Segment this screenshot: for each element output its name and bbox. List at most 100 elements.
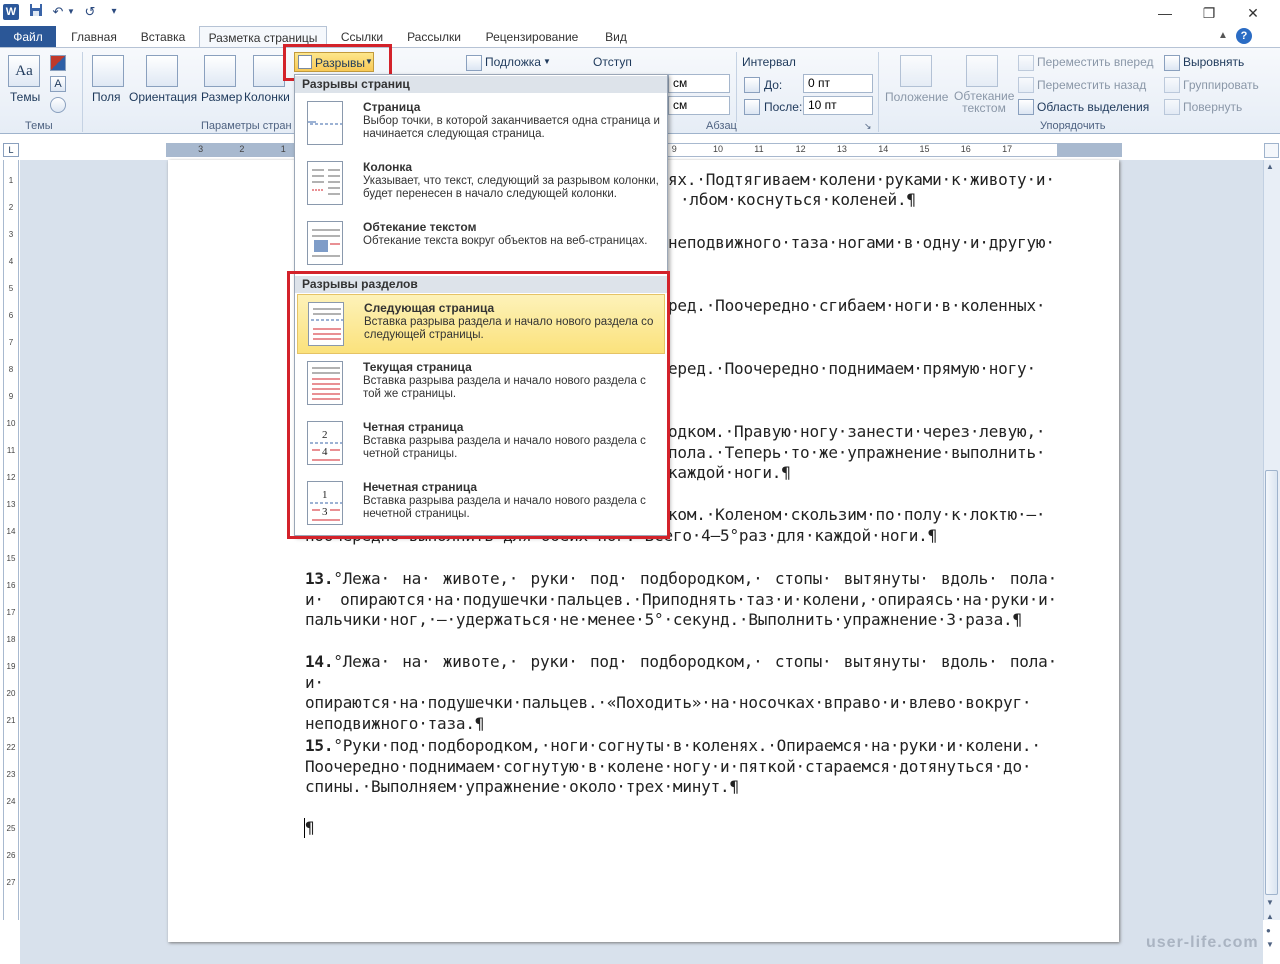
spacing-after-icon <box>744 99 760 115</box>
align-icon[interactable] <box>1164 55 1180 71</box>
text-line: ком.·Коленом·скользим·по·полу·к·локтю·–· <box>668 505 1046 524</box>
send-backward-label[interactable]: Переместить назад <box>1037 78 1146 92</box>
text-line: каждой·ноги.¶ <box>668 463 791 482</box>
help-icon[interactable]: ? <box>1236 28 1252 44</box>
group-label[interactable]: Группировать <box>1183 78 1259 92</box>
selection-pane-label[interactable]: Область выделения <box>1037 100 1149 114</box>
paragraph-number: 14. <box>305 652 334 671</box>
highlight-box-section-breaks <box>287 271 670 539</box>
view-ruler-icon[interactable] <box>1264 143 1279 158</box>
next-page-icon[interactable]: ▼ <box>1266 940 1274 949</box>
spacing-before-value: 0 пт <box>808 76 831 90</box>
text-line: неподвижного·таза·ногами·в·одну·и·другую… <box>668 233 1055 252</box>
page-setup-group-label: Параметры стран <box>201 120 292 132</box>
bring-forward-label[interactable]: Переместить вперед <box>1037 55 1153 69</box>
paragraph-number: 13. <box>305 569 334 588</box>
group-icon[interactable] <box>1164 77 1180 93</box>
paragraph-group-label: Абзац <box>706 120 737 132</box>
vertical-ruler[interactable] <box>3 160 19 920</box>
menu-item-desc: Указывает, что текст, следующий за разры… <box>363 175 659 200</box>
rotate-label[interactable]: Повернуть <box>1183 100 1242 114</box>
customize-qat-icon[interactable]: ▾ <box>104 3 124 21</box>
chevron-down-icon[interactable]: ▼ <box>543 57 551 66</box>
column-break-icon <box>307 161 343 205</box>
paragraph-text: °Лежа· на· животе,· руки· под· подбородк… <box>305 569 1057 629</box>
paragraph-14[interactable]: 14.°Лежа· на· животе,· руки· под· подбор… <box>305 652 1057 734</box>
paragraph-13[interactable]: 13.°Лежа· на· животе,· руки· под· подбор… <box>305 569 1057 631</box>
themes-icon[interactable]: Aa <box>8 55 40 87</box>
text-line: ·лбом·коснуться·коленей.¶ <box>680 190 916 209</box>
menu-item-text-wrapping[interactable]: Обтекание текстом Обтекание текста вокру… <box>297 214 665 274</box>
vertical-ruler-tick-label: 24 <box>6 797 16 806</box>
menu-item-page-break[interactable]: Страница Выбор точки, в которой заканчив… <box>297 94 665 154</box>
bring-forward-icon[interactable] <box>1018 55 1034 71</box>
save-icon[interactable] <box>26 3 46 21</box>
undo-icon[interactable]: ↶ <box>48 3 68 21</box>
redo-icon[interactable]: ↺ <box>80 3 100 21</box>
ruler-tick-label: 3 <box>198 144 204 154</box>
vertical-ruler-tick-label: 11 <box>6 446 16 455</box>
orientation-icon[interactable] <box>146 55 178 87</box>
vertical-ruler-tick-label: 18 <box>6 635 16 644</box>
theme-fonts-icon[interactable]: A <box>50 76 66 92</box>
scroll-up-icon[interactable]: ▲ <box>1266 162 1274 171</box>
tab-review[interactable]: Рецензирование <box>477 26 587 48</box>
vertical-ruler-tick-label: 26 <box>6 851 16 860</box>
tab-insert[interactable]: Вставка <box>130 26 196 48</box>
indent-right-field[interactable]: см <box>668 96 730 115</box>
selection-pane-icon[interactable] <box>1018 99 1034 115</box>
send-backward-icon[interactable] <box>1018 77 1034 93</box>
margins-label[interactable]: Поля <box>92 90 121 104</box>
size-label[interactable]: Размер <box>201 90 242 104</box>
position-icon[interactable] <box>900 55 932 87</box>
align-label[interactable]: Выровнять <box>1183 55 1244 69</box>
page-breaks-header: Разрывы страниц <box>295 76 667 93</box>
word-app-icon[interactable]: W <box>3 4 19 20</box>
close-icon[interactable]: ✕ <box>1230 0 1276 26</box>
tab-home[interactable]: Главная <box>60 26 128 48</box>
text-line: пола.·Теперь·то·же·упражнение·выполнить· <box>668 443 1046 462</box>
minimize-ribbon-icon[interactable]: ▲ <box>1218 30 1228 41</box>
scrollbar-thumb[interactable] <box>1265 470 1278 895</box>
theme-effects-icon[interactable] <box>50 97 66 113</box>
wrap-text-label[interactable]: Обтекание текстом <box>954 90 1014 114</box>
tab-file[interactable]: Файл <box>0 26 56 48</box>
orientation-label[interactable]: Ориентация <box>129 90 197 104</box>
menu-item-column-break[interactable]: Колонка Указывает, что текст, следующий … <box>297 154 665 214</box>
themes-label[interactable]: Темы <box>10 90 40 104</box>
browse-object-icon[interactable]: ● <box>1266 926 1271 935</box>
margins-icon[interactable] <box>92 55 124 87</box>
tab-mailings[interactable]: Рассылки <box>398 26 470 48</box>
columns-icon[interactable] <box>253 55 285 87</box>
menu-item-desc: Выбор точки, в которой заканчивается одн… <box>363 115 660 140</box>
restore-icon[interactable]: ❐ <box>1186 0 1232 26</box>
ruler-tick-label: 13 <box>836 144 847 154</box>
minimize-icon[interactable]: — <box>1142 0 1188 26</box>
dialog-launcher-icon[interactable]: ↘ <box>864 121 872 132</box>
wrap-text-icon[interactable] <box>966 55 998 87</box>
rotate-icon[interactable] <box>1164 99 1180 115</box>
spacing-after-field[interactable]: 10 пт <box>803 96 873 115</box>
columns-label[interactable]: Колонки <box>244 90 290 104</box>
text-wrapping-icon <box>307 221 343 265</box>
vertical-ruler-tick-label: 1 <box>8 176 14 185</box>
position-label[interactable]: Положение <box>885 90 948 104</box>
page-break-icon <box>307 101 343 145</box>
undo-dropdown-icon[interactable]: ▼ <box>66 3 76 21</box>
paragraph-15[interactable]: 15.°Руки·под·подбородком,·ноги·согнуты·в… <box>305 736 1057 798</box>
size-icon[interactable] <box>204 55 236 87</box>
tab-selector-icon[interactable]: L <box>3 143 19 157</box>
watermark-label[interactable]: Подложка <box>485 55 541 69</box>
previous-page-icon[interactable]: ▲ <box>1266 912 1274 921</box>
tab-view[interactable]: Вид <box>594 26 638 48</box>
vertical-ruler-tick-label: 12 <box>6 473 16 482</box>
vertical-ruler-tick-label: 23 <box>6 770 16 779</box>
scroll-down-icon[interactable]: ▼ <box>1266 898 1274 907</box>
spacing-before-field[interactable]: 0 пт <box>803 74 873 93</box>
indent-left-field[interactable]: см <box>668 74 730 93</box>
vertical-ruler-tick-label: 16 <box>6 581 16 590</box>
vertical-ruler-tick-label: 21 <box>6 716 16 725</box>
watermark-icon[interactable] <box>466 55 482 71</box>
end-paragraph-mark[interactable]: ¶ <box>305 818 315 837</box>
theme-colors-icon[interactable] <box>50 55 66 71</box>
